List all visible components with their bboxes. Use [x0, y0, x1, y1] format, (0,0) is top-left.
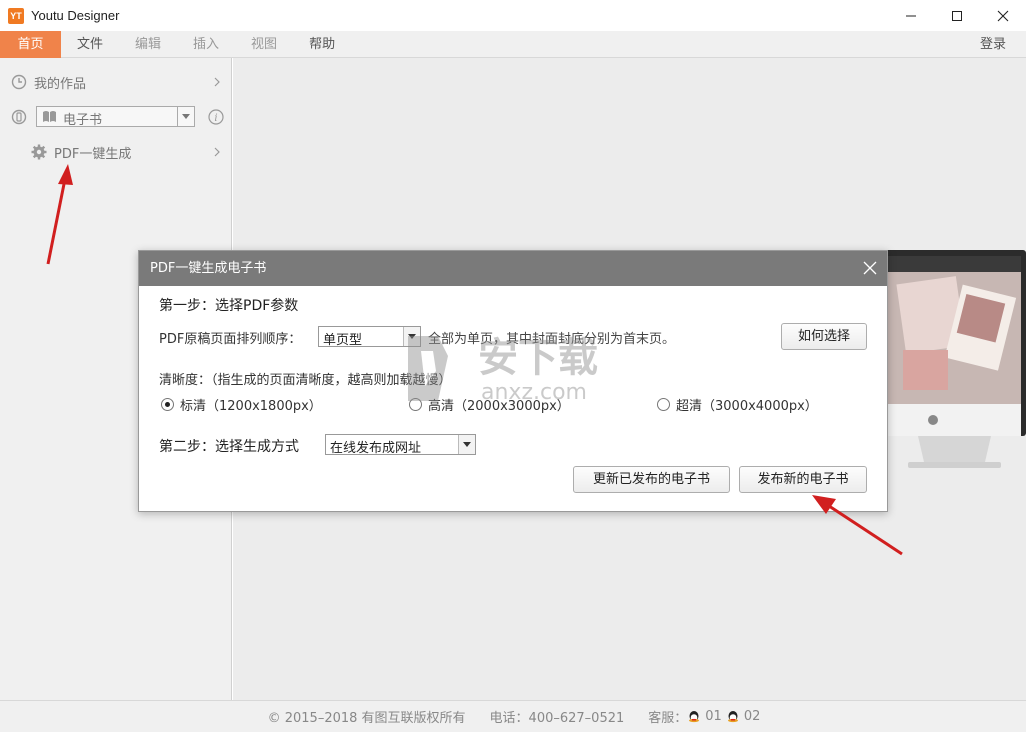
chevron-down-icon: [463, 442, 471, 447]
minimize-button[interactable]: [888, 0, 934, 31]
menu-file[interactable]: 文件: [61, 31, 119, 58]
watermark-cn-text: 安下载: [478, 335, 598, 381]
clarity-option-uhd[interactable]: 超清（3000x4000px）: [676, 395, 818, 414]
menu-insert[interactable]: 插入: [177, 31, 235, 58]
phone-text: 电话：400–627–0521: [489, 711, 625, 726]
close-window-button[interactable]: [980, 0, 1026, 31]
support-2-link[interactable]: 02: [744, 709, 761, 724]
step1-title: 第一步：选择PDF参数: [159, 298, 299, 314]
info-icon[interactable]: i: [208, 109, 224, 125]
tag-icon: [11, 109, 27, 125]
dialog-header: PDF一键生成电子书: [139, 251, 887, 286]
publish-new-button[interactable]: 发布新的电子书: [739, 466, 867, 493]
chevron-right-icon: [214, 147, 220, 157]
clarity-option-sd[interactable]: 标清（1200x1800px）: [180, 395, 322, 414]
sidebar-item-label: PDF一键生成: [54, 147, 132, 162]
footer: © 2015–2018 有图互联版权所有 电话：400–627–0521 客服：…: [0, 700, 1026, 732]
book-icon: [43, 111, 56, 122]
sidebar-item-my-works[interactable]: 我的作品: [0, 67, 232, 97]
dropdown-arrow[interactable]: [177, 107, 194, 126]
watermark-image: 安下载 anxz.com: [408, 335, 598, 405]
svg-text:i: i: [214, 113, 217, 124]
menu-bar: 首页 文件 编辑 插入 视图 帮助 登录: [0, 30, 1026, 58]
clarity-radio-sd[interactable]: [161, 398, 174, 411]
sidebar-category-row: 电子书 i: [0, 102, 232, 132]
chevron-right-icon: [214, 77, 220, 87]
step2-title: 第二步：选择生成方式: [159, 439, 299, 455]
support-1-link[interactable]: 01: [705, 709, 722, 724]
category-select[interactable]: 电子书: [36, 106, 195, 128]
monitor-preview-image: [883, 250, 1026, 468]
app-logo-icon: YT: [8, 7, 24, 24]
sidebar-item-label: 我的作品: [34, 77, 87, 92]
publish-method-value: 在线发布成网址: [330, 441, 422, 456]
close-icon: [997, 10, 1009, 21]
gear-icon: [31, 144, 47, 160]
category-select-value: 电子书: [63, 113, 103, 128]
qq-support-icon[interactable]: [726, 710, 740, 724]
menu-help[interactable]: 帮助: [293, 31, 351, 58]
menu-edit[interactable]: 编辑: [119, 31, 177, 58]
dialog-close-icon[interactable]: [863, 261, 877, 275]
dialog-title: PDF一键生成电子书: [150, 261, 267, 276]
title-bar: YT Youtu Designer: [0, 0, 1026, 31]
dropdown-arrow[interactable]: [458, 435, 475, 454]
app-title: Youtu Designer: [31, 8, 120, 23]
copyright-text: © 2015–2018 有图互联版权所有: [267, 711, 466, 726]
sidebar-item-pdf-generate[interactable]: PDF一键生成: [0, 137, 232, 167]
clarity-radio-uhd[interactable]: [657, 398, 670, 411]
how-to-choose-button[interactable]: 如何选择: [781, 323, 867, 350]
maximize-button[interactable]: [934, 0, 980, 31]
page-order-label: PDF原稿页面排列顺序：: [159, 332, 302, 347]
minimize-icon: [906, 15, 916, 16]
clock-icon: [11, 74, 27, 90]
support-label: 客服：: [648, 711, 688, 726]
update-published-button[interactable]: 更新已发布的电子书: [573, 466, 730, 493]
menu-home[interactable]: 首页: [0, 30, 61, 58]
qq-support-icon[interactable]: [687, 710, 701, 724]
chevron-down-icon: [182, 114, 190, 119]
login-link[interactable]: 登录: [980, 31, 1006, 58]
maximize-icon: [952, 10, 962, 21]
publish-method-select[interactable]: 在线发布成网址: [325, 434, 476, 456]
page-order-value: 单页型: [323, 333, 363, 348]
menu-view[interactable]: 视图: [235, 31, 293, 58]
watermark-en-text: anxz.com: [481, 380, 587, 405]
window-controls: [888, 0, 1026, 31]
